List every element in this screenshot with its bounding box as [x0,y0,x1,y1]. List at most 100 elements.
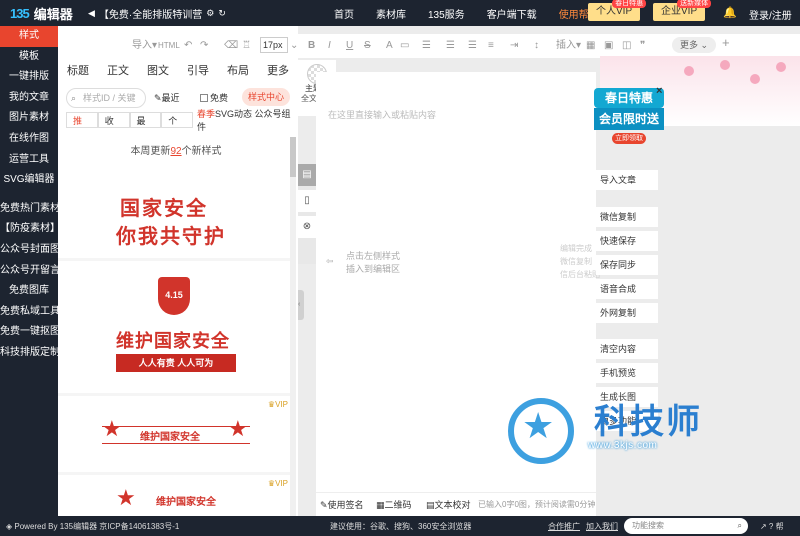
personal-vip-button[interactable]: 个人VIP 春日特惠 [588,0,647,21]
collapse-panel-handle[interactable]: ‹ [298,290,304,320]
strikethrough-button[interactable]: S [364,39,371,53]
leftnav-cover-image[interactable]: 公众号封面图 [0,240,58,261]
spring-promo-card[interactable]: 春日特惠 会员限时送 立即领取 [594,88,664,150]
picture-icon[interactable]: ◫ [622,39,631,53]
tab-layout[interactable]: 布局 [218,60,258,82]
highlight-icon[interactable]: ▭ [400,39,409,53]
html-button[interactable]: HTML [158,39,180,53]
promo-link[interactable]: ◀ 【免费·全能排版特训营 ⚙ ↻ [88,6,226,21]
close-icon[interactable]: × [656,85,662,97]
leftnav-svg-editor[interactable]: SVG编辑器 [0,170,58,191]
logo[interactable]: 135 编辑器 [10,4,73,22]
template-scrollbar[interactable] [290,137,296,516]
leftnav-ops-tools[interactable]: 运营工具 [0,150,58,171]
quick-save-button[interactable]: 快速保存 [596,231,658,251]
tab-guide[interactable]: 引导 [178,60,218,82]
wechat-copy-button[interactable]: 微信复制 [596,207,658,227]
template-card[interactable]: ♛VIP ★ 维护国家安全 ★ [58,396,294,472]
signature-button[interactable]: ✎使用签名 [320,498,364,511]
coop-link[interactable]: 合作推广 [548,521,580,532]
image-icon[interactable]: ▣ [604,39,613,53]
bell-icon[interactable]: 🔔 [723,6,737,19]
align-center-icon[interactable]: ☰ [446,39,455,53]
subtab-personal[interactable]: 个人 [161,112,193,142]
italic-button[interactable]: I [328,39,331,53]
import-button[interactable]: 导入▾ [132,39,157,53]
promo-cta-button[interactable]: 立即领取 [612,133,646,144]
weekly-count[interactable]: 92 [170,146,181,157]
undo-icon[interactable]: ↶ [184,39,192,53]
free-checkbox[interactable]: 免费 [200,91,228,104]
nav-materials[interactable]: 素材库 [376,6,406,21]
indent-icon[interactable]: ⇥ [510,39,518,53]
leftnav-auto-layout[interactable]: 一键排版 [0,67,58,88]
nav-client-download[interactable]: 客户端下载 [487,6,537,21]
bold-button[interactable]: B [308,39,315,53]
mobile-preview-button[interactable]: 手机预览 [596,363,658,383]
style-search-input[interactable]: ⌕ 样式ID / 关键 [66,88,146,108]
leftnav-free-hot-assets[interactable]: 免费热门素材 [0,199,58,220]
external-copy-button[interactable]: 外网复制 [596,303,658,323]
eraser-icon[interactable]: ⌫ [224,39,238,53]
tab-title[interactable]: 标题 [58,60,98,82]
help-button[interactable]: ↗ ? 帮 [760,521,784,532]
quote-icon[interactable]: ❞ [640,39,645,53]
save-sync-button[interactable]: 保存同步 [596,255,658,275]
recent-button[interactable]: ✎最近 [154,91,180,104]
file-icon[interactable]: ▯ [298,190,316,212]
proofread-button[interactable]: ▤文本校对 [426,498,471,511]
table-icon[interactable]: ▦ [586,39,595,53]
line-height-icon[interactable]: ↕ [534,39,539,53]
function-search-input[interactable]: 功能搜索 ⌕ [624,518,748,534]
subtab-recommended[interactable]: 推荐 [66,112,98,142]
clear-content-button[interactable]: 清空内容 [596,339,658,359]
font-size-select[interactable]: 17px [260,37,288,53]
underline-button[interactable]: U [346,39,353,53]
leftnav-epidemic-assets[interactable]: 【防疫素材】 [0,219,58,240]
leftnav-cutout[interactable]: 免费一键抠图 [0,322,58,343]
leftnav-custom-layout[interactable]: 科技排版定制 [0,343,58,364]
join-link[interactable]: 加入我们 [586,521,618,532]
refresh-icon[interactable]: ↻ [218,8,226,19]
align-left-icon[interactable]: ☰ [422,39,431,53]
enterprise-vip-button[interactable]: 企业VIP 送新媒体 [653,0,712,21]
add-icon[interactable]: + [722,36,730,50]
leftnav-online-drawing[interactable]: 在线作图 [0,129,58,150]
scrollbar-thumb[interactable] [290,137,296,177]
leftnav-free-gallery[interactable]: 免费图库 [0,281,58,302]
redo-icon[interactable]: ↷ [200,39,208,53]
gear-icon[interactable]: ⚙ [206,8,214,19]
tab-image-text[interactable]: 图文 [138,60,178,82]
leftnav-image-assets[interactable]: 图片素材 [0,108,58,129]
leftnav-styles[interactable]: 样式 [0,26,58,47]
template-card[interactable]: 4.15 维护国家安全 人人有责 人人可为 [58,261,294,393]
style-center-button[interactable]: 样式中心 [242,88,290,106]
align-justify-icon[interactable]: ☰ [468,39,477,53]
more-tools-button[interactable]: 更多 ⌄ [672,37,716,53]
leftnav-private-tools[interactable]: 免费私域工具 [0,302,58,323]
insert-menu[interactable]: 插入▾ [556,39,581,53]
voice-synthesis-button[interactable]: 语音合成 [596,279,658,299]
nav-services[interactable]: 135服务 [428,6,465,21]
leftnav-templates[interactable]: 模板 [0,47,58,68]
leftnav-open-comments[interactable]: 公众号开留言 [0,261,58,282]
chevron-down-icon[interactable]: ⌄ [290,39,298,53]
subtab-favorites[interactable]: 收藏 [97,112,130,142]
template-card[interactable]: ♛VIP ★ 维护国家安全 [58,475,294,516]
nav-home[interactable]: 首页 [334,6,354,21]
close-circle-icon[interactable]: ⊗ [298,216,316,238]
tab-more[interactable]: 更多 [258,60,298,82]
template-card[interactable]: 国家安全 你我共守护 [58,172,294,258]
ordered-list-icon[interactable]: ≡ [488,39,494,53]
weekly-update: 本周更新92个新样式 [58,132,294,172]
subtab-svg[interactable]: 春季SVG动态 公众号组件 [197,107,298,133]
document-icon[interactable]: ▤ [298,164,316,186]
qrcode-button[interactable]: ▦二维码 [376,498,412,511]
subtab-latest[interactable]: 最新 [129,112,162,142]
tab-body[interactable]: 正文 [98,60,138,82]
format-painter-icon[interactable]: ♖ [242,39,251,53]
import-article-button[interactable]: 导入文章 [596,170,658,190]
font-color-button[interactable]: A [386,39,393,53]
login-link[interactable]: 登录/注册 [749,7,792,22]
leftnav-my-articles[interactable]: 我的文章 [0,88,58,109]
